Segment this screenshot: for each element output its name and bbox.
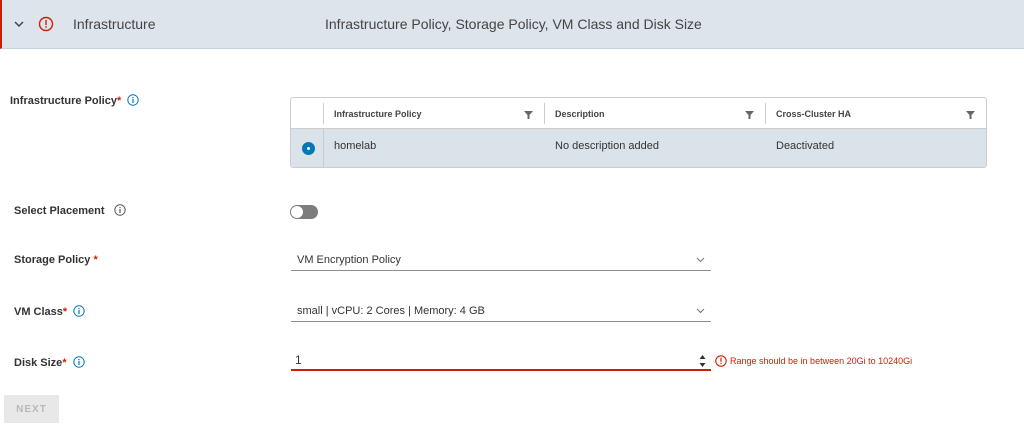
infrastructure-section-header[interactable]: Infrastructure Infrastructure Policy, St… [0,0,1024,49]
select-placement-toggle[interactable] [290,205,318,219]
vm-class-value: small | vCPU: 2 Cores | Memory: 4 GB [297,305,485,317]
filter-icon[interactable] [524,111,533,119]
column-header-description[interactable]: Description [555,109,605,119]
infrastructure-policy-grid: Infrastructure Policy Description Cross-… [290,97,987,168]
select-placement-label: Select Placement [14,204,126,217]
cell-description: No description added [555,140,659,152]
section-summary: Infrastructure Policy, Storage Policy, V… [325,16,702,32]
storage-policy-value: VM Encryption Policy [297,254,401,266]
info-icon[interactable] [72,356,85,368]
cell-cross-cluster-ha: Deactivated [776,140,835,152]
cell-policy-name: homelab [334,140,377,152]
vm-class-select[interactable]: small | vCPU: 2 Cores | Memory: 4 GB [291,302,711,322]
filter-icon[interactable] [966,111,975,119]
filter-icon[interactable] [745,111,754,119]
info-icon[interactable] [127,94,140,106]
disk-size-field[interactable] [291,351,711,371]
storage-policy-label: Storage Policy * [14,254,98,266]
disk-size-error: Range should be in between 20Gi to 10240… [715,355,912,367]
disk-size-input[interactable] [295,352,685,368]
next-button[interactable]: NEXT [4,395,59,423]
error-icon [715,355,727,367]
chevron-down-icon [696,308,705,314]
section-title: Infrastructure [73,16,156,32]
vm-class-label: VM Class* [14,305,85,318]
column-header-cross-cluster-ha[interactable]: Cross-Cluster HA [776,109,851,119]
disk-size-label: Disk Size* [14,356,85,369]
info-icon[interactable] [113,204,126,216]
row-select-radio[interactable] [302,142,315,155]
grid-header-row: Infrastructure Policy Description Cross-… [291,98,986,129]
chevron-down-icon [696,257,705,263]
info-icon[interactable] [73,305,85,317]
infrastructure-policy-label: Infrastructure Policy* [10,94,140,107]
storage-policy-select[interactable]: VM Encryption Policy [291,251,711,271]
column-header-infrastructure-policy[interactable]: Infrastructure Policy [334,109,422,119]
chevron-down-icon[interactable] [12,17,26,31]
toggle-knob [291,206,303,218]
error-icon [38,16,54,32]
number-spinner-icon[interactable] [698,353,707,369]
